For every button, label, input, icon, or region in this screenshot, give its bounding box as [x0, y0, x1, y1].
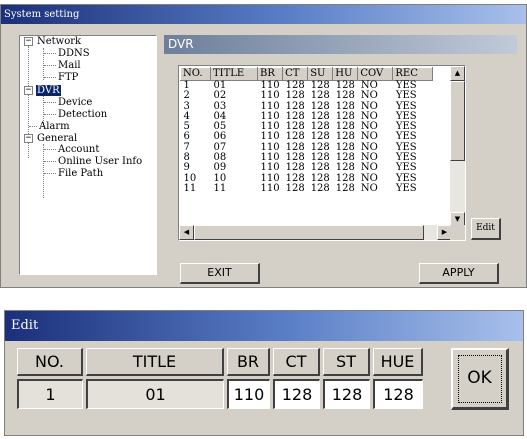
dvr-channel-table: NO. TITLE BR CT SU HU COV REC 1 01 110 128 1…	[180, 67, 434, 195]
minus-box-icon[interactable]: −	[24, 37, 33, 46]
table-cell: 128	[335, 182, 355, 194]
tree-connector	[44, 53, 56, 54]
header-st: ST	[323, 348, 370, 376]
header-no: NO.	[17, 348, 83, 376]
ct-field[interactable]: 128	[273, 379, 320, 409]
column-header[interactable]: SU	[307, 67, 334, 81]
arrow-up-icon[interactable]: ▲	[450, 66, 465, 81]
arrow-left-icon[interactable]: ◀	[179, 225, 194, 240]
column-header[interactable]: COV	[357, 67, 394, 81]
tree-item-device[interactable]: Device	[58, 97, 92, 108]
tree-item-alarm[interactable]: Alarm	[39, 121, 70, 132]
scroll-thumb[interactable]	[450, 81, 465, 161]
tree-connector	[29, 126, 37, 127]
column-header[interactable]: NO.	[180, 67, 211, 81]
edit-button[interactable]: Edit	[471, 218, 501, 240]
table-cell: NO	[360, 182, 378, 194]
table-row[interactable]: 11 11 110 128 128 128 NO YES	[181, 182, 433, 194]
horizontal-scrollbar[interactable]: ◀ ▶	[179, 225, 452, 240]
title-field[interactable]: 01	[86, 379, 224, 409]
ok-button[interactable]: OK	[451, 348, 509, 410]
column-header[interactable]: HU	[332, 67, 359, 81]
tree-item-ftp[interactable]: FTP	[58, 72, 78, 83]
minus-box-icon[interactable]: −	[24, 134, 33, 143]
dvr-channel-list[interactable]: NO. TITLE BR CT SU HU COV REC 1 01 110 128 1…	[178, 65, 466, 241]
tree-item-general[interactable]: General	[37, 133, 77, 144]
tree-connector	[44, 161, 56, 162]
tree-connector	[44, 77, 56, 78]
tree-item-detection[interactable]: Detection	[58, 109, 107, 120]
scroll-thumb[interactable]	[194, 225, 424, 240]
scrollbar-corner	[450, 225, 465, 240]
table-cell: YES	[395, 182, 417, 194]
minus-box-icon[interactable]: −	[24, 86, 33, 95]
tree-item-dvr[interactable]: DVR	[36, 85, 61, 96]
column-header[interactable]: TITLE	[210, 67, 258, 81]
tree-item-account[interactable]: Account	[58, 144, 99, 155]
tree-connector	[44, 173, 56, 174]
column-header[interactable]: REC	[392, 67, 434, 81]
panel-title: DVR	[164, 35, 517, 54]
tree-connector	[44, 102, 56, 103]
system-setting-window: System setting − Network DDNS Mail FTP −…	[0, 4, 527, 288]
tree-item-mail[interactable]: Mail	[58, 60, 81, 71]
table-cell: 11	[183, 182, 197, 194]
column-header[interactable]: BR	[256, 67, 284, 81]
table-cell: 11	[213, 182, 227, 194]
exit-button[interactable]: EXIT	[180, 263, 260, 284]
header-title: TITLE	[86, 348, 224, 376]
table-cell: 128	[285, 182, 305, 194]
header-br: BR	[227, 348, 270, 376]
tree-item-file-path[interactable]: File Path	[58, 168, 103, 179]
value-no: 1	[17, 379, 83, 409]
hue-field[interactable]: 128	[373, 379, 423, 409]
settings-tree[interactable]: − Network DDNS Mail FTP − DVR Device Det…	[19, 35, 157, 275]
apply-button[interactable]: APPLY	[419, 263, 499, 284]
column-header[interactable]: CT	[282, 67, 309, 81]
dialog-title: Edit	[5, 311, 523, 341]
table-cell: 128	[310, 182, 330, 194]
tree-connector	[44, 114, 56, 115]
tree-item-network[interactable]: Network	[37, 36, 81, 47]
tree-item-ddns[interactable]: DDNS	[58, 48, 90, 59]
table-body: 1 01 110 128 128 128 NO YES 2 02 110 128 128 128 NO YES…	[181, 80, 433, 195]
vertical-scrollbar[interactable]: ▲ ▼	[450, 66, 465, 227]
edit-dialog: Edit NO. TITLE BR CT ST HUE 1 01 110 128…	[4, 310, 524, 436]
tree-item-online-user-info[interactable]: Online User Info	[58, 156, 142, 167]
tree-connector	[44, 65, 56, 66]
table-cell: 110	[260, 182, 280, 194]
tree-connector	[43, 144, 44, 198]
br-field[interactable]: 110	[227, 379, 270, 409]
tree-connector	[44, 149, 56, 150]
table-header-row: NO. TITLE BR CT SU HU COV REC	[180, 67, 434, 81]
header-ct: CT	[273, 348, 320, 376]
window-title: System setting	[1, 5, 526, 24]
st-field[interactable]: 128	[323, 379, 370, 409]
header-hue: HUE	[373, 348, 423, 376]
